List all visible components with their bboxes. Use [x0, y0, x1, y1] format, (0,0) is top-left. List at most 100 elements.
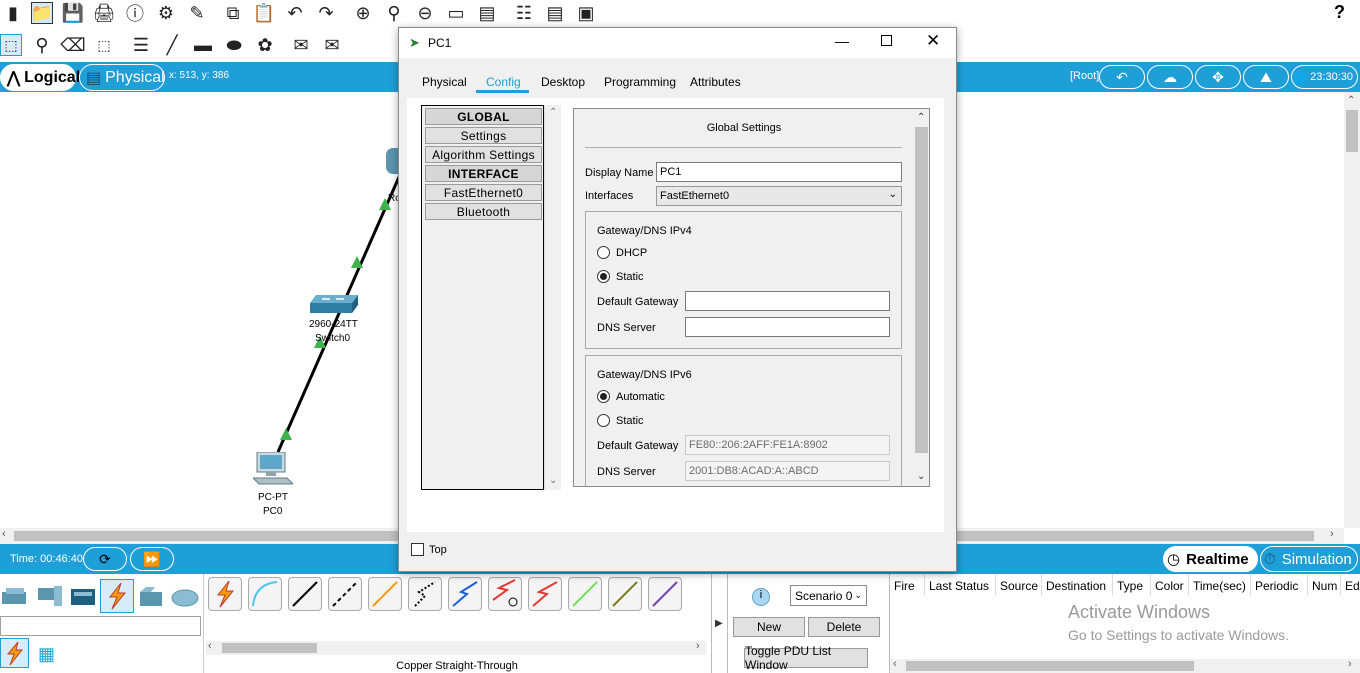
fiber-cable-icon[interactable] — [368, 577, 402, 611]
device-manager-icon[interactable]: ▤ — [544, 2, 566, 24]
delete-icon[interactable]: ⌫ — [60, 34, 85, 56]
scroll-right-icon[interactable]: › — [696, 640, 700, 652]
draw-rectangle-icon[interactable]: ▬ — [192, 34, 214, 56]
resize-icon[interactable]: ⬚ — [93, 34, 115, 56]
notes-icon[interactable]: ☷ — [513, 2, 535, 24]
settings-scrollbar[interactable]: ⌃ ⌄ — [913, 109, 929, 486]
dhcp-radio[interactable] — [597, 246, 610, 259]
dialog-titlebar[interactable]: ➤ PC1 — ✕ — [399, 28, 956, 58]
move-object-button[interactable]: ✥ — [1195, 65, 1241, 89]
network-wizard-icon[interactable]: ⚙ — [155, 2, 177, 24]
minimize-icon[interactable]: — — [835, 33, 849, 49]
iot-cable-icon[interactable] — [608, 577, 642, 611]
display-name-input[interactable]: PC1 — [656, 162, 902, 182]
info-icon[interactable]: ⓘ — [124, 2, 146, 24]
dns-server-input[interactable] — [685, 317, 890, 337]
serial-dte-cable-icon[interactable] — [528, 577, 562, 611]
pdu-column-header[interactable]: Last Status — [925, 574, 996, 596]
pdu-column-header[interactable]: Periodic — [1251, 574, 1308, 596]
print-icon[interactable]: 🖨 — [93, 2, 116, 24]
zoom-in-icon[interactable]: ⊕ — [352, 2, 374, 24]
multiuser-icon[interactable] — [170, 584, 200, 610]
fast-forward-button[interactable]: ⏩ — [130, 547, 174, 571]
activity-wizard-icon[interactable]: ✎ — [186, 2, 208, 24]
menu-item-settings[interactable]: Settings — [425, 127, 542, 144]
redo-icon[interactable]: ↷ — [315, 2, 337, 24]
simulation-mode-button[interactable]: ⏱ Simulation — [1260, 546, 1358, 572]
connections-category-button[interactable] — [100, 579, 134, 613]
automatic-cable-icon[interactable] — [208, 577, 242, 611]
tab-physical[interactable]: Physical — [422, 75, 467, 89]
new-scenario-button[interactable]: New — [733, 617, 805, 637]
console-cable-icon[interactable] — [248, 577, 282, 611]
cluster-button[interactable]: ☁ — [1147, 65, 1193, 89]
toggle-pdu-list-button[interactable]: Toggle PDU List Window — [744, 644, 868, 672]
tab-programming[interactable]: Programming — [604, 75, 676, 89]
scroll-thumb[interactable] — [915, 127, 928, 453]
pdu-column-header[interactable]: Type — [1113, 574, 1151, 596]
screenshot-icon[interactable]: ▣ — [575, 2, 597, 24]
scroll-left-icon[interactable]: ‹ — [2, 528, 6, 540]
inspect-icon[interactable]: ⚲ — [31, 34, 53, 56]
pdu-column-header[interactable]: Num — [1308, 574, 1341, 596]
cable-scrollbar[interactable]: ‹ › — [206, 640, 706, 655]
clock-button[interactable]: 🌐 23:30:30 — [1291, 65, 1358, 89]
freeform-icon[interactable]: ✿ — [254, 34, 276, 56]
realtime-mode-button[interactable]: ◷ Realtime — [1163, 546, 1258, 572]
back-button[interactable]: ↶ — [1099, 65, 1145, 89]
copy-icon[interactable]: ⧉ — [222, 2, 244, 24]
coaxial-cable-icon[interactable] — [448, 577, 482, 611]
tab-attributes[interactable]: Attributes — [690, 75, 741, 89]
select-icon[interactable]: ⬚ — [0, 34, 22, 56]
connections-subcategory-button[interactable] — [0, 638, 29, 668]
logical-tab[interactable]: ⋀ Logical — [0, 64, 80, 91]
draw-ellipse-icon[interactable]: ⬬ — [223, 34, 245, 56]
straight-through-cable-icon[interactable] — [288, 577, 322, 611]
pdu-column-header[interactable]: Time(sec) — [1189, 574, 1251, 596]
serial-dce-cable-icon[interactable] — [488, 577, 522, 611]
add-complex-pdu-icon[interactable]: ✉ — [321, 34, 343, 56]
menu-item-algorithm-settings[interactable]: Algorithm Settings — [425, 146, 542, 163]
expand-arrow-icon[interactable]: ▶ — [715, 618, 723, 629]
scroll-up-icon[interactable]: ⌃ — [549, 107, 557, 118]
components-icon[interactable] — [68, 584, 98, 610]
interfaces-select[interactable]: FastEthernet0 ⌄ — [656, 186, 902, 206]
static-radio[interactable] — [597, 270, 610, 283]
scroll-up-icon[interactable]: ⌃ — [917, 112, 925, 123]
draw-line-icon[interactable]: ╱ — [161, 34, 183, 56]
scroll-left-icon[interactable]: ‹ — [893, 658, 897, 670]
automatic-label[interactable]: Automatic — [616, 391, 665, 403]
menu-item-bluetooth[interactable]: Bluetooth — [425, 203, 542, 220]
device-search-field[interactable] — [0, 616, 201, 636]
automatic-radio[interactable] — [597, 390, 610, 403]
tab-desktop[interactable]: Desktop — [541, 75, 585, 89]
scroll-thumb[interactable] — [222, 643, 317, 653]
grid-icon[interactable]: ▦ — [38, 644, 55, 665]
scroll-left-icon[interactable]: ‹ — [208, 640, 212, 652]
scroll-thumb[interactable] — [1346, 110, 1358, 152]
static-label[interactable]: Static — [616, 271, 644, 283]
crossover-cable-icon[interactable] — [328, 577, 362, 611]
scenario-info-icon[interactable]: i — [752, 588, 770, 606]
end-devices-icon[interactable] — [34, 584, 64, 610]
top-checkbox[interactable] — [411, 543, 424, 556]
scroll-right-icon[interactable]: › — [1330, 528, 1334, 540]
dhcp-label[interactable]: DHCP — [616, 247, 647, 259]
zoom-reset-icon[interactable]: ⚲ — [383, 2, 405, 24]
panel-splitter[interactable]: ▶ — [711, 574, 728, 673]
open-folder-icon[interactable]: 📁 — [31, 2, 53, 24]
tab-config[interactable]: Config — [486, 75, 521, 89]
help-button[interactable]: ? — [1334, 2, 1345, 23]
scenario-select[interactable]: Scenario 0 ⌄ — [790, 585, 867, 606]
pdu-column-header[interactable]: Destination — [1042, 574, 1113, 596]
pdu-column-header[interactable]: Ed — [1341, 574, 1360, 596]
pdu-column-header[interactable]: Color — [1151, 574, 1189, 596]
pdu-column-header[interactable]: Source — [996, 574, 1042, 596]
zoom-out-icon[interactable]: ⊖ — [414, 2, 436, 24]
usb-cable-icon[interactable] — [648, 577, 682, 611]
workspace-vertical-scrollbar[interactable]: ⌃ — [1344, 92, 1360, 528]
pdu-column-header[interactable]: Fire — [890, 574, 925, 596]
undo-icon[interactable]: ↶ — [284, 2, 306, 24]
switch-icon[interactable] — [310, 293, 358, 315]
static-ipv6-label[interactable]: Static — [616, 415, 644, 427]
